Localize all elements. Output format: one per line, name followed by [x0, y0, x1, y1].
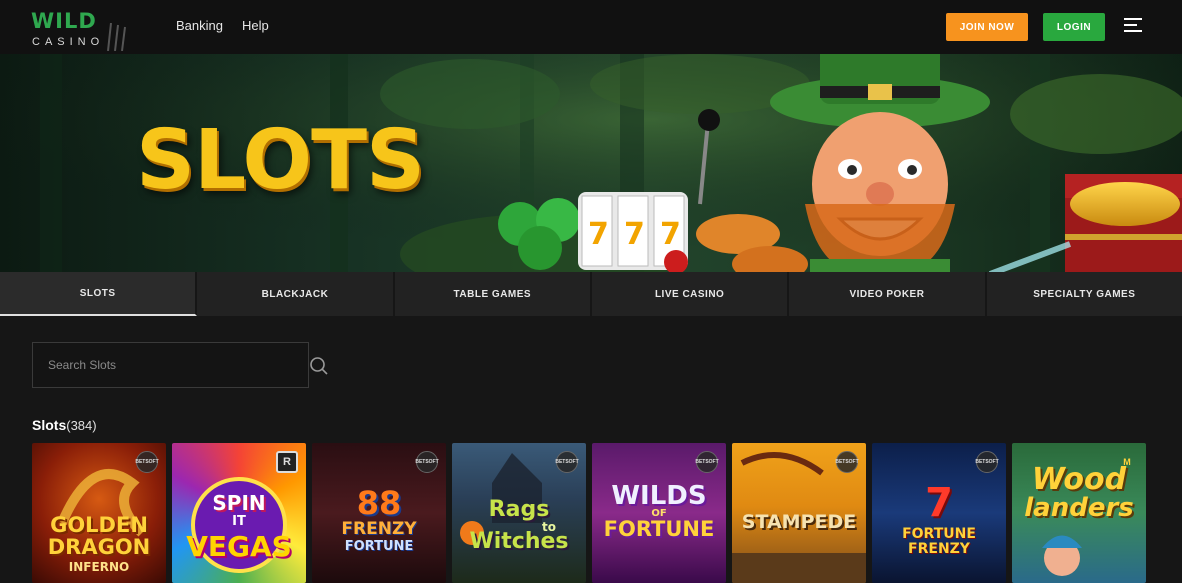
game-title-line1: 88: [356, 484, 402, 522]
game-tile-wilds-of-fortune[interactable]: BETSOFT WILDS OF FORTUNE: [592, 443, 726, 583]
game-tile-spin-it-vegas[interactable]: R SPIN IT VEGAS: [172, 443, 306, 583]
nav-banking[interactable]: Banking: [176, 18, 223, 33]
site-header: WILD CASINO Banking Help JOIN NOW LOGIN: [0, 0, 1182, 54]
game-title-line3: INFERNO: [68, 560, 130, 574]
game-title-line1: 7: [925, 480, 953, 526]
game-title-line1: STAMPEDE: [741, 511, 857, 533]
tab-table-games[interactable]: TABLE GAMES: [394, 272, 592, 316]
category-tabs: SLOTS BLACKJACK TABLE GAMES LIVE CASINO …: [0, 272, 1182, 316]
game-title-line1: WILDS: [611, 481, 707, 511]
section-count: (384): [66, 418, 97, 433]
claw-marks-icon: [107, 23, 126, 51]
game-title-line2: FORTUNE: [902, 526, 976, 542]
hero-banner: 7 7 7 SLOTS: [0, 54, 1182, 272]
search-icon[interactable]: [309, 356, 329, 376]
login-button[interactable]: LOGIN: [1043, 13, 1105, 41]
logo-subtitle: CASINO: [32, 36, 105, 48]
game-title-line3: FORTUNE: [603, 517, 715, 541]
nav-help[interactable]: Help: [242, 18, 269, 33]
game-tile-golden-dragon-inferno[interactable]: BETSOFT GOLDEN DRAGON INFERNO: [32, 443, 166, 583]
game-tile-fortune-frenzy[interactable]: BETSOFT 7 FORTUNE FRENZY: [872, 443, 1006, 583]
game-tile-woodlanders[interactable]: M Wood landers: [1012, 443, 1146, 583]
tab-blackjack[interactable]: BLACKJACK: [197, 272, 395, 316]
svg-text:7: 7: [588, 217, 609, 252]
tab-live-casino[interactable]: LIVE CASINO: [591, 272, 790, 316]
game-title-line1: GOLDEN: [50, 513, 148, 537]
search-box: [32, 342, 328, 388]
game-title-line1: SPIN: [212, 491, 266, 515]
tab-video-poker[interactable]: VIDEO POKER: [789, 272, 987, 316]
game-title-line1: Rags: [488, 497, 550, 522]
section-heading: Slots(384): [32, 417, 97, 433]
game-title-line2: IT: [232, 514, 246, 529]
svg-text:7: 7: [660, 217, 681, 252]
tab-slots[interactable]: SLOTS: [0, 272, 198, 316]
provider-badge: BETSOFT: [975, 451, 999, 473]
game-title-line2: FRENZY: [341, 519, 417, 539]
game-title-line2: DRAGON: [47, 535, 151, 559]
provider-badge: BETSOFT: [135, 451, 159, 473]
game-tile-stampede[interactable]: BETSOFT STAMPEDE: [732, 443, 866, 583]
game-tile-88-frenzy-fortune[interactable]: BETSOFT 88 FRENZY FORTUNE: [312, 443, 446, 583]
join-now-button[interactable]: JOIN NOW: [946, 13, 1028, 41]
wild-casino-logo[interactable]: WILD CASINO: [30, 9, 130, 51]
provider-badge: BETSOFT: [555, 451, 579, 473]
provider-badge: R: [276, 451, 298, 473]
game-title-line1: Wood: [1031, 462, 1127, 497]
hamburger-menu-icon[interactable]: [1124, 18, 1142, 33]
game-title-line3: FORTUNE: [344, 539, 414, 554]
game-tile-rags-to-witches[interactable]: BETSOFT Rags to Witches: [452, 443, 586, 583]
provider-badge: BETSOFT: [835, 451, 859, 473]
provider-badge: BETSOFT: [695, 451, 719, 473]
game-title-line2: landers: [1024, 493, 1134, 523]
logo-wordmark: WILD: [31, 9, 97, 33]
game-title-line3: FRENZY: [908, 541, 970, 557]
hero-title: SLOTS: [136, 113, 425, 208]
section-title: Slots: [32, 417, 67, 433]
game-title-line3: VEGAS: [186, 530, 292, 563]
provider-badge: BETSOFT: [415, 451, 439, 473]
search-input[interactable]: [33, 358, 263, 372]
game-title-line3: Witches: [469, 529, 569, 554]
svg-text:7: 7: [624, 217, 645, 252]
tab-specialty-games[interactable]: SPECIALTY GAMES: [986, 272, 1182, 316]
